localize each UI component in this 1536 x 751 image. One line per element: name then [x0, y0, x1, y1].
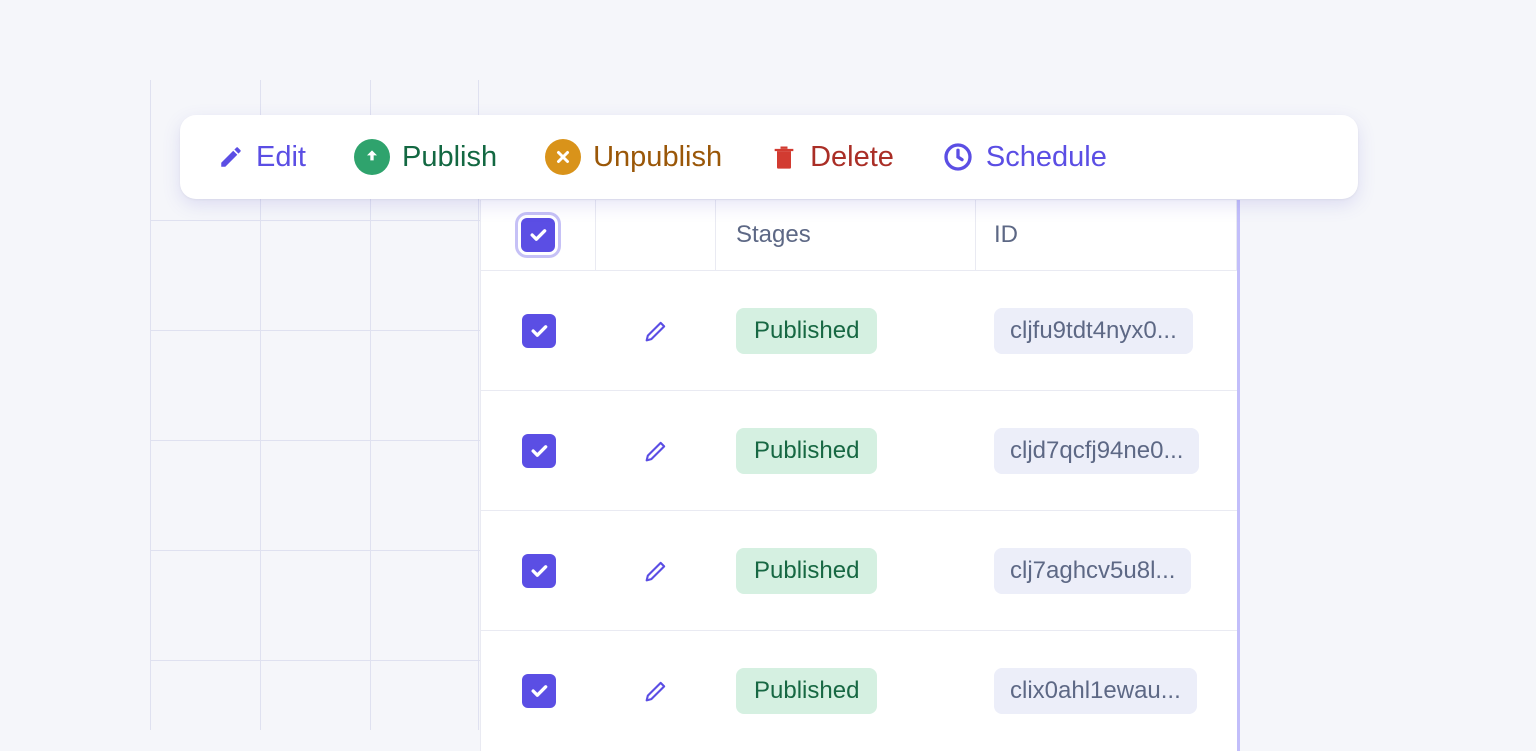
- row-checkbox[interactable]: [522, 554, 556, 588]
- schedule-label: Schedule: [986, 141, 1107, 174]
- trash-icon: [770, 142, 798, 172]
- table-row: Published cljd7qcfj94ne0...: [481, 391, 1237, 511]
- delete-button[interactable]: Delete: [770, 141, 894, 174]
- content-table: Stages ID Published cljfu9tdt4nyx0...: [480, 200, 1240, 751]
- unpublish-button[interactable]: Unpublish: [545, 139, 722, 175]
- publish-label: Publish: [402, 141, 497, 174]
- clock-icon: [942, 141, 974, 173]
- id-value: clix0ahl1ewau...: [994, 668, 1197, 714]
- edit-button[interactable]: Edit: [218, 141, 306, 174]
- column-header-id: ID: [994, 221, 1018, 249]
- edit-row-icon[interactable]: [642, 317, 670, 345]
- table-row: Published cljfu9tdt4nyx0...: [481, 271, 1237, 391]
- status-badge: Published: [736, 428, 877, 474]
- id-value: clj7aghcv5u8l...: [994, 548, 1191, 594]
- action-toolbar: Edit Publish Unpublish Delete: [180, 115, 1358, 199]
- status-badge: Published: [736, 308, 877, 354]
- edit-row-icon[interactable]: [642, 437, 670, 465]
- status-badge: Published: [736, 548, 877, 594]
- times-circle-icon: [545, 139, 581, 175]
- publish-button[interactable]: Publish: [354, 139, 497, 175]
- status-badge: Published: [736, 668, 877, 714]
- unpublish-label: Unpublish: [593, 141, 722, 174]
- id-value: cljfu9tdt4nyx0...: [994, 308, 1193, 354]
- upload-cloud-icon: [354, 139, 390, 175]
- column-header-stages: Stages: [736, 221, 811, 249]
- edit-row-icon[interactable]: [642, 677, 670, 705]
- row-checkbox[interactable]: [522, 314, 556, 348]
- row-checkbox[interactable]: [522, 674, 556, 708]
- pencil-icon: [218, 144, 244, 170]
- row-checkbox[interactable]: [522, 434, 556, 468]
- schedule-button[interactable]: Schedule: [942, 141, 1107, 174]
- table-row: Published clj7aghcv5u8l...: [481, 511, 1237, 631]
- id-value: cljd7qcfj94ne0...: [994, 428, 1199, 474]
- delete-label: Delete: [810, 141, 894, 174]
- table-row: Published clix0ahl1ewau...: [481, 631, 1237, 751]
- table-header: Stages ID: [481, 200, 1237, 271]
- select-all-checkbox[interactable]: [521, 218, 555, 252]
- edit-row-icon[interactable]: [642, 557, 670, 585]
- edit-label: Edit: [256, 141, 306, 174]
